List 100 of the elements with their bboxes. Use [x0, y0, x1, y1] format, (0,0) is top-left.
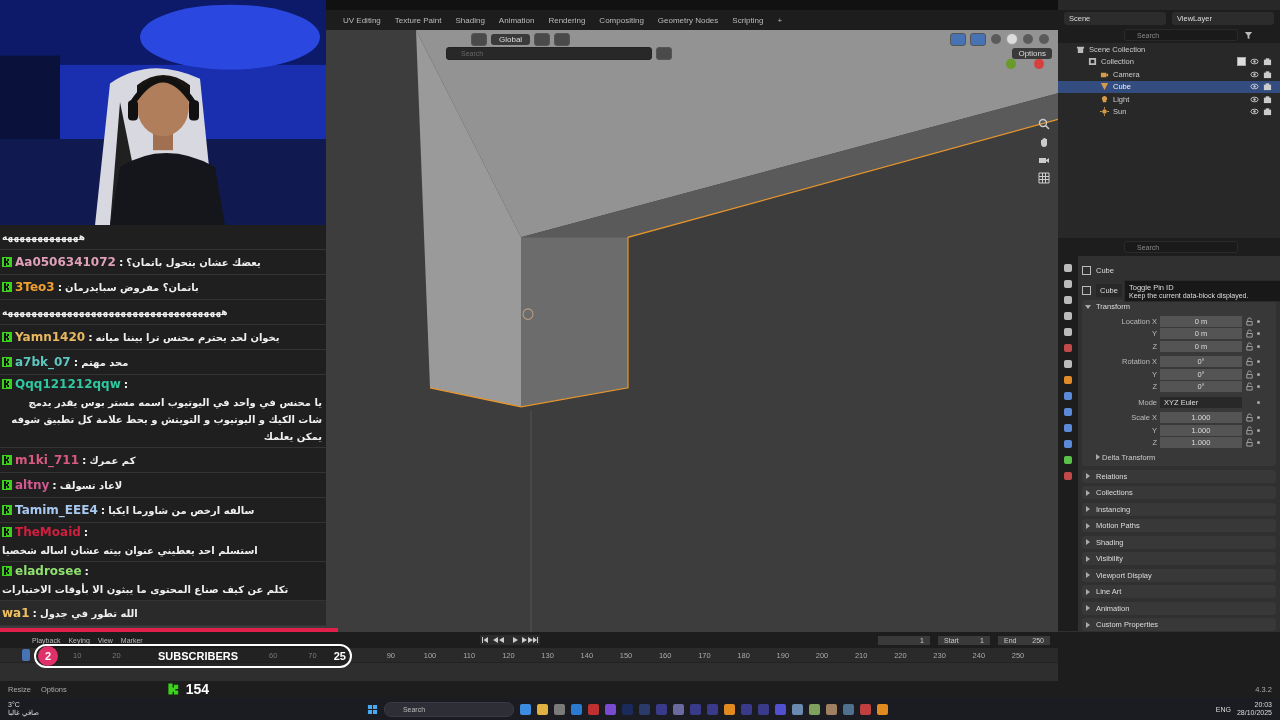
workspace-tab[interactable]: Compositing [594, 13, 649, 27]
chevron-icon [1085, 304, 1091, 309]
keyframe-dot[interactable] [1257, 400, 1260, 404]
workspace-tab[interactable]: Animation [493, 13, 540, 27]
chat-username: 3Teo3 [15, 280, 55, 295]
chat-username: Qqq121212qqw [15, 377, 121, 392]
kick-icon [2, 282, 12, 293]
camera-icon[interactable] [1263, 57, 1272, 67]
taskbar-app-icon[interactable] [808, 703, 820, 715]
separator: : [82, 453, 87, 467]
lock-icon[interactable] [1245, 341, 1254, 351]
camera-icon[interactable] [1263, 107, 1272, 117]
separator: : [52, 478, 57, 492]
chat-message: كم عمرك [89, 453, 136, 469]
workspace-tab[interactable]: Shading [450, 13, 490, 27]
triangle-icon [1100, 82, 1109, 92]
sun-icon [1100, 107, 1109, 117]
zoom-icon[interactable] [1038, 118, 1050, 130]
taskbar-app-icon[interactable] [553, 703, 565, 715]
chevron-icon [1086, 572, 1090, 578]
keyframe-dot[interactable] [1257, 360, 1260, 364]
keyframe-dot[interactable] [1257, 344, 1260, 348]
separator: : [83, 525, 89, 539]
eye-icon[interactable] [1250, 107, 1259, 117]
chevron-icon [1086, 489, 1090, 496]
lock-icon[interactable] [1245, 369, 1254, 379]
eye-icon[interactable] [1250, 94, 1259, 104]
chevron-icon [1086, 473, 1090, 479]
chat-username: Yamn1420 [15, 330, 86, 345]
keyframe-dot[interactable] [1257, 416, 1260, 420]
chat-message: الله تطور في جدول [39, 606, 138, 622]
chevron-icon [1096, 454, 1100, 460]
playback-controls-icon[interactable] [480, 635, 541, 645]
kick-icon [2, 480, 12, 491]
hand-icon[interactable] [1038, 136, 1050, 148]
workspace-tab[interactable]: Geometry Nodes [652, 13, 724, 27]
camera-icon[interactable] [1263, 94, 1272, 104]
lock-icon[interactable] [1245, 425, 1254, 435]
gizmo-x-icon[interactable] [1034, 58, 1044, 69]
chevron-icon [1086, 555, 1090, 562]
taskbar-app-icon[interactable] [825, 703, 837, 715]
separator: : [73, 355, 79, 369]
viewer-count: 154 [185, 681, 210, 697]
chevron-icon [1086, 621, 1090, 628]
kick-icon [2, 566, 12, 577]
lock-icon[interactable] [1245, 329, 1254, 339]
lock-icon[interactable] [1245, 413, 1254, 423]
workspace-tab[interactable]: Scripting [727, 13, 769, 27]
workspace-tab[interactable]: UV Editing [338, 13, 386, 27]
workspace-tab[interactable]: Rendering [543, 13, 591, 27]
box-icon [1088, 57, 1097, 67]
taskbar-app-icon[interactable] [536, 703, 548, 715]
camera-icon[interactable] [1263, 82, 1272, 92]
chat-username: Tamim_EEE4 [15, 503, 98, 518]
orientation-dropdown[interactable]: Global [491, 33, 531, 45]
chat-username: m1ki_711 [15, 453, 79, 468]
keyframe-dot[interactable] [1257, 319, 1260, 323]
chat-username: Aa0506341072 [15, 255, 116, 270]
kick-icon [166, 682, 181, 696]
chat-username: wa1 [2, 606, 30, 621]
eye-icon[interactable] [1250, 69, 1259, 79]
taskbar-app-icon[interactable] [570, 703, 582, 715]
chat-message: هههههههههههههههههههههههههههههههههههههه [2, 305, 228, 320]
keyframe-dot[interactable] [1257, 385, 1260, 389]
taskbar-app-icon[interactable] [791, 703, 803, 715]
lock-icon[interactable] [1245, 316, 1254, 326]
kick-icon [2, 505, 12, 516]
keyframe-dot[interactable] [1257, 372, 1260, 376]
options-dropdown[interactable]: Options [1012, 47, 1052, 59]
keyframe-dot[interactable] [1257, 332, 1260, 336]
keyframe-dot[interactable] [1257, 441, 1260, 445]
keyframe-dot[interactable] [1257, 428, 1260, 432]
chat-message: لاعاد تسولف [59, 478, 123, 494]
add-tab-button[interactable]: + [772, 13, 788, 27]
chat-message: يخوان لحد يحترم محنس ترا بيننا ميانه [95, 330, 280, 346]
chevron-icon [1086, 522, 1090, 529]
grid-icon[interactable] [1038, 172, 1050, 184]
subscriber-label: SUBSCRIBERS [158, 650, 239, 662]
eye-icon[interactable] [1250, 57, 1259, 67]
chat-username: a7bk_07 [15, 355, 71, 370]
kick-icon [2, 332, 12, 343]
chat-message: تكلم عن كيف صناع المحتوى ما يبثون الا بأوقات الاختبارات [2, 582, 289, 598]
chat-message: يعضك عشان يتحول باتمان؟ [126, 255, 261, 271]
lock-icon[interactable] [1245, 357, 1254, 367]
taskbar-app-icon[interactable] [519, 703, 531, 715]
eye-icon[interactable] [1250, 82, 1259, 92]
chat-message: محد مهتم [81, 355, 129, 371]
taskbar-app-icon[interactable] [876, 703, 888, 715]
subscriber-goal: 25 [333, 650, 346, 662]
lock-icon[interactable] [1245, 382, 1254, 392]
separator: : [32, 606, 37, 620]
workspace-tab[interactable]: Texture Paint [389, 13, 447, 27]
lock-icon[interactable] [1245, 438, 1254, 448]
chat-message: هههههههههههههه [2, 230, 85, 245]
taskbar-app-icon[interactable] [723, 703, 735, 715]
checkbox[interactable] [1237, 57, 1246, 67]
chat-message: يا محنس في واحد في اليوتيوب اسمه مستر بوس يقدر يدمج شات الكيك و اليوتيوب و التويتش و يحط علامة كل تطبيق شوفه يمكن يعلمك [10, 396, 322, 445]
timeline-track[interactable] [0, 662, 1058, 681]
camera-icon[interactable] [1263, 69, 1272, 79]
windows-start-icon[interactable] [366, 703, 378, 715]
